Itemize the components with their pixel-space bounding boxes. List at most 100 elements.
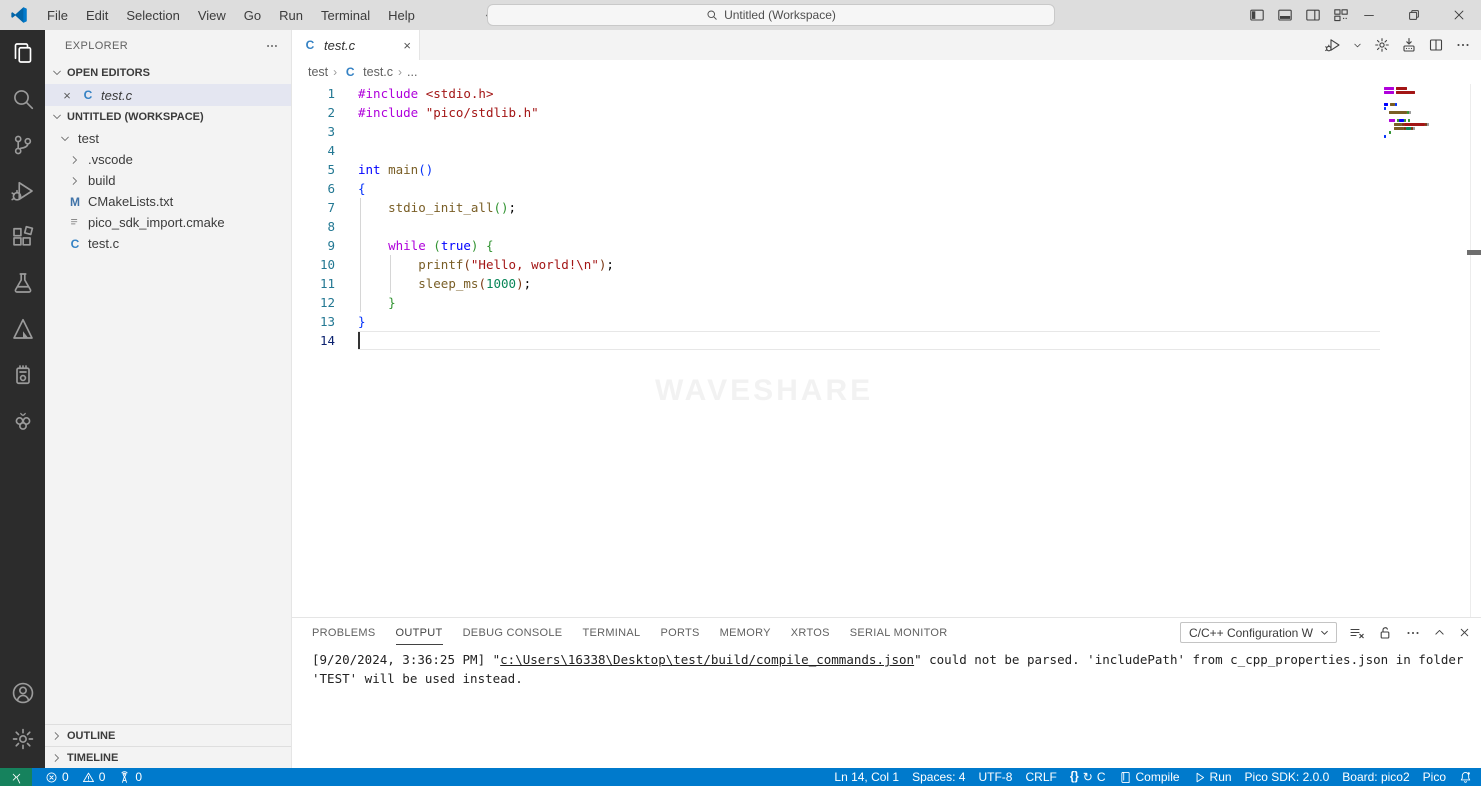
code-line-7[interactable]: 7 stdio_init_all(); — [292, 198, 1481, 217]
tree-item-.vscode[interactable]: .vscode — [45, 149, 291, 170]
lock-icon[interactable] — [1377, 625, 1393, 641]
status-errors[interactable]: 0 — [45, 770, 69, 784]
code-line-2[interactable]: 2 #include "pico/stdlib.h" — [292, 103, 1481, 122]
code-line-5[interactable]: 5 int main() — [292, 160, 1481, 179]
breadcrumb-item[interactable]: test.c — [363, 65, 393, 79]
status-pico-sdk-version[interactable]: Pico SDK: 2.0.0 — [1245, 770, 1330, 784]
status-remote-indicator[interactable] — [0, 768, 32, 786]
section-outline[interactable]: OUTLINE — [45, 724, 291, 746]
menu-selection[interactable]: Selection — [117, 4, 188, 27]
code-line-9[interactable]: 9 while (true) { — [292, 236, 1481, 255]
activitybar-search[interactable] — [0, 76, 45, 122]
open-editor-test.c[interactable]: × C test.c — [45, 84, 291, 106]
panel-tab-memory[interactable]: MEMORY — [720, 621, 771, 645]
code-line-11[interactable]: 11 sleep_ms(1000); — [292, 274, 1481, 293]
minimize-button[interactable] — [1346, 0, 1391, 30]
status-run-button[interactable]: Run — [1193, 770, 1232, 784]
panel-tab-debug-console[interactable]: DEBUG CONSOLE — [463, 621, 563, 645]
clear-output-icon[interactable] — [1349, 625, 1365, 641]
menu-help[interactable]: Help — [379, 4, 424, 27]
status-notifications[interactable] — [1459, 771, 1472, 784]
more-icon[interactable] — [1455, 37, 1471, 53]
panel-tab-problems[interactable]: PROBLEMS — [312, 621, 376, 645]
code-line-4[interactable]: 4 — [292, 141, 1481, 160]
menu-view[interactable]: View — [189, 4, 235, 27]
activitybar-source-control[interactable] — [0, 122, 45, 168]
code-line-10[interactable]: 10 printf("Hello, world!\n"); — [292, 255, 1481, 274]
tree-item-CMakeLists.txt[interactable]: M CMakeLists.txt — [45, 191, 291, 212]
section-timeline[interactable]: TIMELINE — [45, 746, 291, 768]
more-icon[interactable] — [1405, 625, 1421, 641]
flash-icon[interactable] — [1401, 37, 1417, 53]
menu-file[interactable]: File — [38, 4, 77, 27]
activitybar-run-and-debug[interactable] — [0, 168, 45, 214]
sidebar-title: EXPLORER — [65, 40, 129, 52]
line-number: 2 — [327, 105, 335, 120]
menu-terminal[interactable]: Terminal — [312, 4, 379, 27]
status-warnings[interactable]: 0 — [82, 770, 105, 784]
activitybar-accounts[interactable] — [0, 670, 45, 716]
tab-close-icon[interactable]: × — [403, 38, 411, 53]
status-language-mode[interactable]: {} ↻ C — [1070, 770, 1106, 784]
caret-up-icon[interactable] — [1433, 626, 1446, 639]
output-console[interactable]: [9/20/2024, 3:36:25 PM] "c:\Users\16338\… — [292, 647, 1481, 768]
activitybar-mcu-tools[interactable] — [0, 352, 45, 398]
output-channel-dropdown[interactable]: C/C++ Configuration W — [1179, 622, 1337, 643]
activitybar-cmake[interactable] — [0, 306, 45, 352]
layout-sidebar-right-icon[interactable] — [1305, 7, 1321, 23]
close-button[interactable] — [1436, 0, 1481, 30]
chevron-down-small-icon[interactable] — [1352, 40, 1363, 51]
breadcrumb-item[interactable]: ... — [407, 65, 417, 79]
output-file-link[interactable]: c:\Users\16338\Desktop\test/build/compil… — [500, 652, 914, 667]
status-compile-button[interactable]: Compile — [1119, 770, 1180, 784]
status-indentation[interactable]: Spaces: 4 — [912, 770, 965, 784]
command-center-search[interactable]: Untitled (Workspace) — [487, 4, 1055, 26]
layout-panel-icon[interactable] — [1277, 7, 1293, 23]
tree-item-build[interactable]: build — [45, 170, 291, 191]
panel-tab-xrtos[interactable]: XRTOS — [791, 621, 830, 645]
panel-tab-serial-monitor[interactable]: SERIAL MONITOR — [850, 621, 948, 645]
code-line-1[interactable]: 1 #include <stdio.h> — [292, 84, 1481, 103]
tab-test-c[interactable]: C test.c × — [292, 30, 420, 60]
code-editor[interactable]: 1 #include <stdio.h> 2 #include "pico/st… — [292, 84, 1481, 617]
tree-item-pico_sdk_import.cmake[interactable]: pico_sdk_import.cmake — [45, 212, 291, 233]
restore-button[interactable] — [1391, 0, 1436, 30]
breadcrumb-item[interactable]: test — [308, 65, 328, 79]
code-line-14[interactable]: 14 — [292, 331, 1481, 350]
code-line-13[interactable]: 13 } — [292, 312, 1481, 331]
open-editors-header[interactable]: OPEN EDITORS — [45, 62, 291, 84]
close-panel-icon[interactable] — [1458, 626, 1471, 639]
menu-edit[interactable]: Edit — [77, 4, 117, 27]
tree-item-test.c[interactable]: Ctest.c — [45, 233, 291, 254]
status-pico[interactable]: Pico — [1423, 770, 1446, 784]
status-cursor-position[interactable]: Ln 14, Col 1 — [834, 770, 899, 784]
close-editor-icon[interactable]: × — [59, 88, 75, 103]
remote-icon — [10, 771, 23, 784]
status-ports-forwarded[interactable]: 0 — [118, 770, 142, 784]
explorer-more-actions-icon[interactable] — [265, 39, 279, 53]
activitybar-extensions[interactable] — [0, 214, 45, 260]
menu-run[interactable]: Run — [270, 4, 312, 27]
activitybar-manage[interactable] — [0, 716, 45, 762]
gear-icon[interactable] — [1374, 37, 1390, 53]
code-line-12[interactable]: 12 } — [292, 293, 1481, 312]
status-eol[interactable]: CRLF — [1025, 770, 1056, 784]
split-editor-icon[interactable] — [1428, 37, 1444, 53]
code-line-6[interactable]: 6 { — [292, 179, 1481, 198]
panel-tab-terminal[interactable]: TERMINAL — [582, 621, 640, 645]
status-board[interactable]: Board: pico2 — [1342, 770, 1409, 784]
panel-tab-output[interactable]: OUTPUT — [395, 621, 443, 645]
activitybar-testing[interactable] — [0, 260, 45, 306]
code-line-3[interactable]: 3 — [292, 122, 1481, 141]
debug-run-icon[interactable] — [1325, 37, 1341, 53]
minimap[interactable] — [1384, 87, 1430, 139]
tree-item-test[interactable]: test — [45, 128, 291, 149]
layout-sidebar-left-icon[interactable] — [1249, 7, 1265, 23]
menu-go[interactable]: Go — [235, 4, 270, 27]
panel-tab-ports[interactable]: PORTS — [660, 621, 699, 645]
code-line-8[interactable]: 8 — [292, 217, 1481, 236]
status-encoding[interactable]: UTF-8 — [978, 770, 1012, 784]
activitybar-explorer[interactable] — [0, 30, 45, 76]
activitybar-raspberry-pi-pico[interactable] — [0, 398, 45, 444]
workspace-header[interactable]: UNTITLED (WORKSPACE) — [45, 106, 291, 128]
